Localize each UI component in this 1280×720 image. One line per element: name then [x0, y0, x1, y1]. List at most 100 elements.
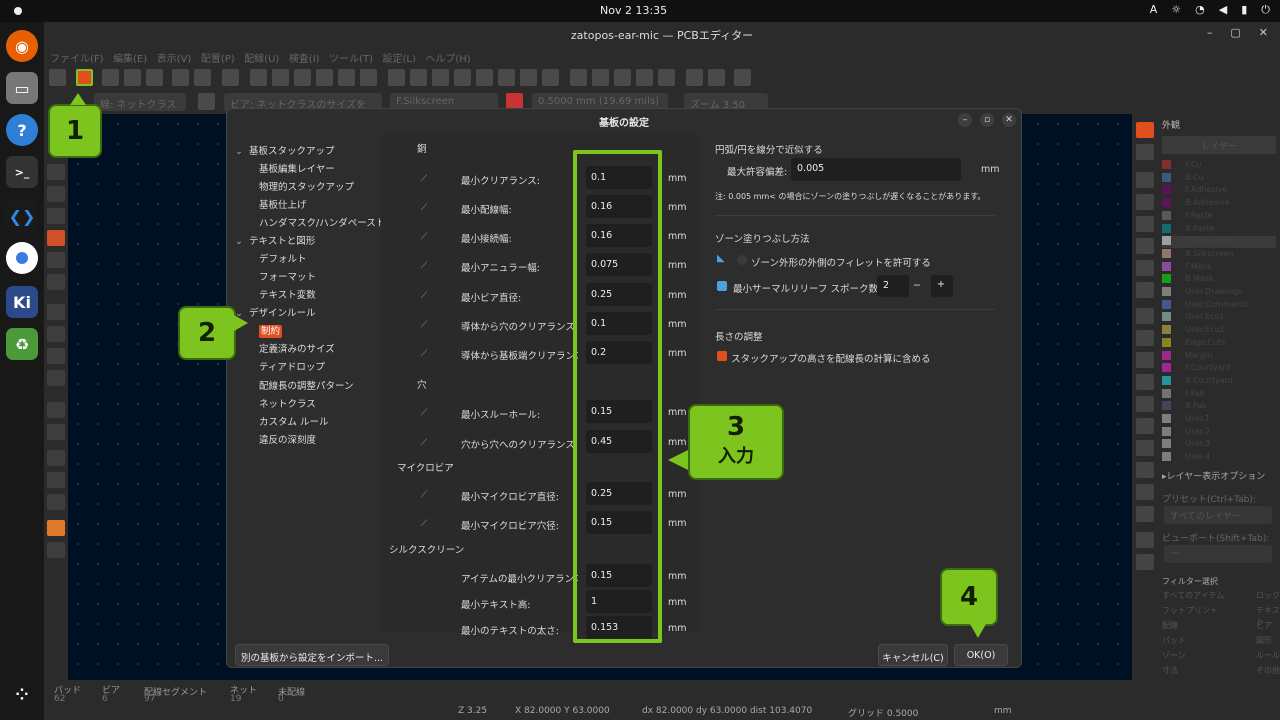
tree-item[interactable]: 基板編集レイヤー [259, 161, 335, 175]
layer-row[interactable]: User.Eco1 [1162, 312, 1276, 324]
layers-tab[interactable]: レイヤー [1162, 136, 1276, 154]
filter-checkbox[interactable]: すべてのアイテム [1162, 590, 1224, 601]
zoom-out-icon[interactable] [294, 69, 311, 86]
layer-color-swatch[interactable] [1162, 160, 1171, 169]
grid-toggle-icon[interactable] [47, 164, 65, 180]
add-image-icon[interactable] [1136, 418, 1154, 434]
layer-color-swatch[interactable] [1162, 172, 1171, 182]
filter-checkbox[interactable]: ルール [1256, 650, 1280, 661]
layer-color-swatch[interactable] [1162, 312, 1171, 322]
layer-row[interactable]: B.Courtyard [1162, 375, 1276, 388]
tree-item[interactable]: 基板仕上げ [259, 197, 307, 211]
zone-outline-icon[interactable] [47, 424, 65, 440]
undo-icon[interactable] [172, 69, 189, 86]
layer-row[interactable]: User.Drawings [1162, 287, 1276, 299]
ratsnest-icon[interactable] [47, 304, 65, 320]
filter-checkbox[interactable]: ビア [1256, 620, 1272, 631]
zoom-in-icon[interactable] [272, 69, 289, 86]
filter-checkbox[interactable]: 配線 [1162, 620, 1178, 631]
tree-item[interactable]: 定義済みのサイズ [259, 341, 335, 355]
brightness-icon[interactable]: ☼ [1171, 3, 1181, 17]
tree-node[interactable]: ⌄ 基板スタックアップ [235, 143, 335, 157]
add-textbox-icon[interactable] [1136, 462, 1154, 478]
polar-coords-icon[interactable] [47, 274, 65, 290]
route-track-icon[interactable] [1136, 194, 1154, 210]
filter-checkbox[interactable]: パッド [1162, 635, 1186, 646]
track-width-toggle-icon[interactable] [198, 93, 215, 110]
mirror-icon[interactable] [454, 69, 471, 86]
filter-checkbox[interactable]: フットプリント [1162, 605, 1218, 616]
cancel-button[interactable]: キャンセル(C) [878, 644, 948, 666]
tree-item[interactable]: 物理的スタックアップ [259, 179, 354, 193]
footprint-browser-icon[interactable] [614, 69, 631, 86]
zone-fillet-checkbox[interactable] [737, 255, 747, 265]
ok-button[interactable]: OK(O) [954, 644, 1008, 666]
layer-color-swatch[interactable] [1162, 287, 1171, 296]
tree-item[interactable]: ティアドロップ [259, 359, 325, 373]
layer-row[interactable]: User.3 [1162, 439, 1276, 451]
preset-combo[interactable]: すべてのレイヤー [1164, 506, 1272, 524]
layer-color-swatch[interactable] [1162, 236, 1171, 246]
tree-item[interactable]: テキスト変数 [259, 287, 316, 301]
update-pcb-icon[interactable] [636, 69, 653, 86]
wifi-icon[interactable]: ◔ [1195, 3, 1205, 17]
cursor-icon[interactable] [47, 252, 65, 268]
draw-rect-icon[interactable] [1136, 352, 1154, 368]
mm-units-icon[interactable] [47, 230, 65, 246]
layer-color-swatch[interactable] [1162, 401, 1171, 411]
tree-item[interactable]: カスタム ルール [259, 414, 329, 428]
measure-icon[interactable] [1136, 554, 1154, 570]
draw-arc-icon[interactable] [1136, 330, 1154, 346]
tree-item[interactable]: フォーマット [259, 269, 316, 283]
layer-row[interactable]: B.Fab [1162, 401, 1276, 413]
layer-color-swatch[interactable] [1162, 363, 1171, 373]
delete-icon[interactable] [1136, 506, 1154, 522]
chrome-icon[interactable] [6, 242, 38, 274]
tree-node[interactable]: ⌄ テキストと図形 [235, 233, 315, 247]
layer-row[interactable]: F.Courtyard [1162, 363, 1276, 375]
mil-units-icon[interactable] [47, 208, 65, 224]
layer-row[interactable]: F.Cu [1162, 160, 1276, 172]
tree-item[interactable]: デフォルト [259, 251, 307, 265]
ungroup-icon[interactable] [498, 69, 515, 86]
layer-row[interactable]: Edge.Cuts [1162, 337, 1276, 350]
firefox-icon[interactable]: ◉ [6, 30, 38, 62]
draw-line-icon[interactable] [1136, 308, 1154, 324]
schematic-icon[interactable] [686, 69, 703, 86]
layer-row[interactable]: F.Adhesive [1162, 185, 1276, 197]
lang-indicator[interactable]: A [1150, 3, 1158, 17]
layer-row[interactable]: B.Adhesive [1162, 198, 1276, 210]
refresh-icon[interactable] [250, 69, 267, 86]
menu-edit[interactable]: 編集(E) [113, 50, 147, 65]
layer-color-swatch[interactable] [1162, 426, 1171, 436]
minimize-icon[interactable]: – [1207, 26, 1213, 39]
dialog-minimize-icon[interactable]: – [958, 113, 972, 127]
menu-preferences[interactable]: 設定(L) [383, 50, 416, 65]
layer-color-swatch[interactable] [1162, 414, 1171, 423]
layer-color-swatch[interactable] [1162, 185, 1171, 195]
flip-icon[interactable] [432, 69, 449, 86]
tree-item[interactable]: ネットクラス [259, 396, 316, 410]
track-width-combo[interactable]: 線: ネットクラスの幅を使用 [94, 93, 186, 126]
add-via-icon[interactable] [1136, 238, 1154, 254]
save-icon[interactable] [49, 69, 66, 86]
battery-icon[interactable]: ▮ [1241, 3, 1247, 17]
filter-checkbox[interactable]: 寸法 [1162, 665, 1178, 676]
properties-icon[interactable] [47, 542, 65, 558]
layer-row[interactable]: B.Silkscreen [1162, 248, 1276, 261]
draw-circle-icon[interactable] [1136, 374, 1154, 390]
viewport-combo[interactable]: --- [1164, 545, 1272, 563]
thermal-plus-button[interactable]: + [931, 275, 953, 297]
layer-row[interactable]: User.1 [1162, 414, 1276, 426]
layer-color-swatch[interactable] [1162, 350, 1171, 360]
layer-row[interactable]: User.4 [1162, 452, 1276, 464]
layer-color-swatch[interactable] [1162, 375, 1171, 385]
layer-row[interactable]: B.Paste [1162, 223, 1276, 236]
route-diff-pair-icon[interactable] [1136, 216, 1154, 232]
chevron-down-icon[interactable]: ⌄ [235, 236, 249, 247]
tree-item[interactable]: 配線長の調整パターン [259, 378, 354, 392]
layer-row[interactable]: User.Comments [1162, 299, 1276, 312]
show-apps-icon[interactable]: ⁘ [6, 678, 38, 710]
3d-viewer-icon[interactable] [47, 520, 65, 536]
power-icon[interactable]: ⏻ [1261, 3, 1270, 17]
